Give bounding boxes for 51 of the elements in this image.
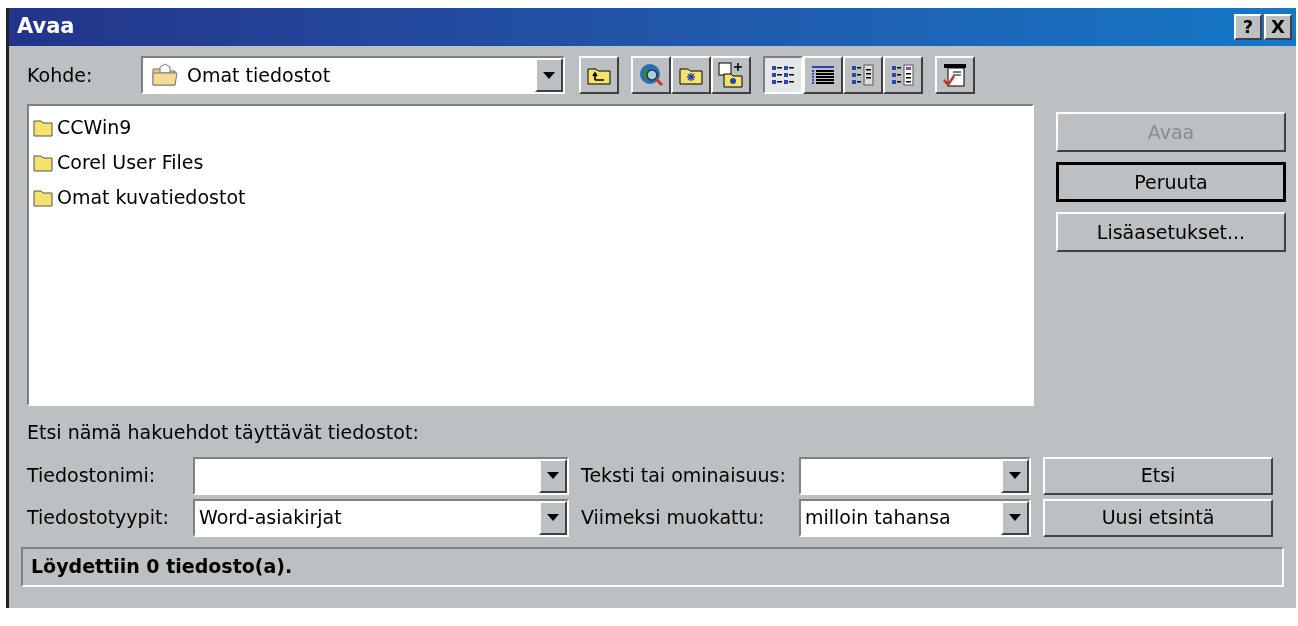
help-button[interactable]: ? [1234,14,1262,40]
search-heading: Etsi nämä hakuehdot täyttävät tiedostot: [26,420,420,445]
folder-item[interactable]: Omat kuvatiedostot [33,180,250,215]
caret-down-icon [547,472,559,479]
field-label: Tiedostonimi: [27,463,157,489]
new-folder-icon [679,65,703,85]
window-title: Avaa [16,13,75,41]
location-dropdown[interactable]: Omat tiedostot [141,56,565,94]
dropdown-arrow-button[interactable] [1001,500,1029,535]
new-search-button[interactable]: Uusi etsintä [1043,498,1273,537]
toolbar-button[interactable] [711,56,751,94]
folder-icon [33,188,53,207]
add-to-folder-icon [718,62,744,88]
close-button[interactable]: X [1264,14,1292,40]
caret-down-icon [1009,514,1021,521]
advanced-button[interactable]: Lisäasetukset... [1056,212,1286,252]
caret-down-icon [547,514,559,521]
field-label: Tiedostotyypit: [27,505,170,531]
status-text: Löydettiin 0 tiedosto(a). [31,554,293,580]
caret-down-icon [1009,472,1021,479]
location-label: Kohde: [27,62,94,88]
globe-search-icon [638,62,664,88]
cancel-button[interactable]: Peruuta [1056,162,1286,202]
view-button[interactable] [763,56,803,94]
preview-view-icon [891,64,915,86]
caret-down-icon [543,71,555,79]
field-label: Viimeksi muokattu: [581,505,766,531]
folder-icon [33,118,53,137]
dropdown-arrow-button[interactable] [539,500,567,535]
search-dropdown[interactable] [799,456,1031,495]
dropdown-arrow-button[interactable] [1001,458,1029,493]
tools-checkmark-icon [942,62,968,88]
folder-item[interactable]: CCWin9 [33,110,136,145]
search-dropdown[interactable] [193,456,569,495]
up-one-level-button[interactable] [579,56,619,94]
properties-view-icon [851,64,875,86]
open-folder-icon [151,63,179,87]
search-button[interactable]: Etsi [1043,456,1273,495]
folder-item[interactable]: Corel User Files [33,145,208,180]
search-dropdown[interactable]: Word-asiakirjat [193,498,569,537]
folder-up-icon [587,65,611,85]
details-view-icon [811,64,835,86]
list-view-icon [771,64,795,86]
toolbar-button[interactable] [671,56,711,94]
toolbar-button[interactable] [631,56,671,94]
dropdown-arrow-button[interactable] [539,458,567,493]
dropdown-arrow-button[interactable] [535,58,563,92]
tools-button[interactable] [935,56,975,94]
field-label: Teksti tai ominaisuus: [581,463,787,489]
folder-icon [33,153,53,172]
search-dropdown[interactable]: milloin tahansa [799,498,1031,537]
